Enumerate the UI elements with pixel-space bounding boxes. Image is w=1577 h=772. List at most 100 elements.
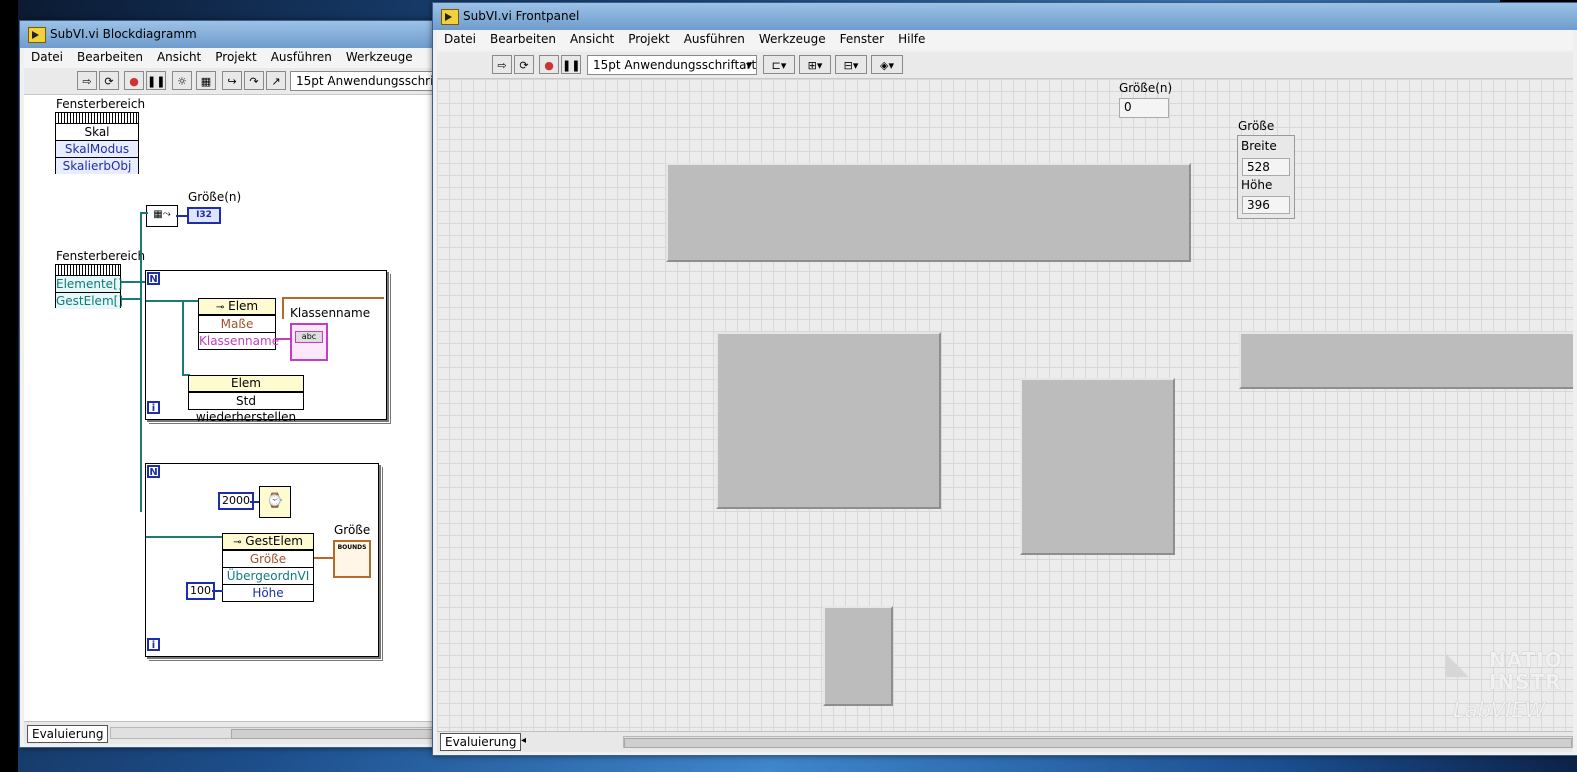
bd-status-evaluierung: Evaluierung	[27, 725, 109, 743]
elem-invoke-node-2[interactable]: Elem Std wiederherstellen	[188, 375, 304, 424]
loop2-count-terminal[interactable]: N	[147, 465, 160, 478]
for-loop-2[interactable]: N i 2000 ⌚ ⊸ GestElem Größe ÜbergeordnVI…	[145, 463, 379, 657]
elem1-title: Elem	[228, 299, 259, 313]
hoehe-value[interactable]: 396	[1242, 196, 1290, 214]
ni-labview-watermark: ◣ NATIO INSTR LabVIEW	[1445, 644, 1573, 729]
distribute-objects-icon[interactable]: ⊞▾	[799, 55, 831, 74]
fp-scroll-thumb[interactable]	[624, 738, 1572, 748]
abort-icon[interactable]: ●	[124, 71, 144, 90]
decoration-rect-left[interactable]	[716, 332, 941, 509]
prop-elemente: Elemente[]	[56, 275, 123, 292]
loop1-iteration-terminal[interactable]: i	[147, 401, 160, 414]
bd-menu-projekt[interactable]: Projekt	[208, 48, 263, 64]
i32-indicator[interactable]: I32	[187, 207, 221, 224]
klassenname-label: Klassenname	[290, 306, 371, 320]
wire-100	[212, 590, 223, 592]
bd-menu-werkzeuge[interactable]: Werkzeuge	[339, 48, 420, 64]
bounds-cluster-indicator[interactable]: BOUNDS	[333, 540, 371, 578]
pane-ref-icon	[56, 113, 138, 123]
elem-property-node-1[interactable]: ⊸ Elem Maße Klassenname	[198, 298, 279, 350]
breite-value[interactable]: 528	[1242, 158, 1290, 176]
pause-icon[interactable]: ❚❚	[146, 71, 166, 90]
align-objects-icon[interactable]: ⊏▾	[763, 55, 795, 74]
front-panel-menubar: Datei Bearbeiten Ansicht Projekt Ausführen We…	[437, 30, 1573, 50]
fp-menu-ausfuehren[interactable]: Ausführen	[677, 30, 752, 46]
watermark-instruments: INSTR	[1489, 670, 1562, 694]
fp-menu-werkzeuge[interactable]: Werkzeuge	[752, 30, 833, 46]
bd-menu-ansicht[interactable]: Ansicht	[150, 48, 208, 64]
decoration-rect-middle[interactable]	[1020, 378, 1175, 555]
fp-pause-icon[interactable]: ❚❚	[561, 55, 581, 74]
front-panel-titlebar[interactable]: SubVI.vi Frontpanel	[433, 3, 1577, 30]
left-black-strip	[0, 0, 18, 772]
fp-run-continuously-icon[interactable]: ⟳	[514, 55, 534, 74]
fp-menu-fenster[interactable]: Fenster	[833, 30, 892, 46]
run-arrow-icon[interactable]: ⇨	[77, 71, 97, 90]
bd-horizontal-scrollbar[interactable]	[110, 727, 444, 739]
fp-horizontal-scrollbar[interactable]	[623, 736, 1573, 748]
fp-menu-datei[interactable]: Datei	[437, 30, 483, 46]
bd-menu-bearbeiten[interactable]: Bearbeiten	[70, 48, 150, 64]
decoration-rect-right[interactable]	[1239, 332, 1573, 389]
resize-objects-icon[interactable]: ⊟▾	[835, 55, 867, 74]
highlight-execution-bulb-icon[interactable]: ☼	[172, 71, 192, 90]
bd-font-select[interactable]: 15pt Anwendungsschriftart	[290, 71, 450, 91]
fensterbereich-label-1: Fensterbereich	[56, 97, 146, 111]
string-array-indicator[interactable]: abc	[290, 323, 328, 361]
fp-menu-bearbeiten[interactable]: Bearbeiten	[483, 30, 563, 46]
groesse-n-label-bd: Größe(n)	[188, 190, 242, 204]
block-diagram-menubar: Datei Bearbeiten Ansicht Projekt Ausführen We…	[24, 48, 446, 80]
fp-font-select[interactable]: 15pt Anwendungsschriftart ▾	[587, 55, 757, 75]
run-continuously-icon[interactable]: ⟳	[99, 71, 119, 90]
step-into-icon[interactable]: ↪	[222, 71, 242, 90]
decoration-rect-top[interactable]	[666, 163, 1191, 262]
labview-vi-icon	[28, 27, 46, 43]
watermark-labview: LabVIEW	[1453, 698, 1546, 722]
method-std-wiederherstellen: Std wiederherstellen	[189, 392, 303, 424]
fensterbereich-property-node-2[interactable]: Elemente[] GestElem[]	[55, 264, 123, 309]
bd-statusbar: Evaluierung	[24, 721, 446, 744]
fp-run-arrow-icon[interactable]: ⇨	[492, 55, 512, 74]
retain-wire-values-icon[interactable]: ▦	[196, 71, 216, 90]
groesse-cluster-indicator[interactable]: Breite 528 Höhe 396	[1237, 135, 1295, 219]
fp-scroll-left-arrow-icon[interactable]: ◂	[521, 735, 526, 746]
block-diagram-title: SubVI.vi Blockdiagramm	[50, 27, 197, 41]
const-100[interactable]: 100	[186, 582, 215, 600]
loop1-count-terminal[interactable]: N	[147, 272, 160, 285]
wire-gestelem	[121, 298, 141, 300]
reorder-icon[interactable]: ◈▾	[871, 55, 903, 74]
fp-menu-ansicht[interactable]: Ansicht	[563, 30, 621, 46]
fensterbereich-property-node-1[interactable]: Skal ermitteln SkalModus SkalierbObj	[55, 112, 139, 174]
const-2000[interactable]: 2000	[218, 492, 254, 510]
block-diagram-canvas[interactable]: Fensterbereich Skal ermitteln SkalModus …	[24, 95, 446, 721]
wait-ms-clock-icon[interactable]: ⌚	[259, 486, 291, 518]
decoration-rect-small[interactable]	[823, 606, 893, 706]
breite-label: Breite	[1241, 139, 1277, 153]
loop2-iteration-terminal[interactable]: i	[147, 638, 160, 651]
step-out-icon[interactable]: ↗	[266, 71, 286, 90]
fp-menu-projekt[interactable]: Projekt	[621, 30, 676, 46]
fp-font-dropdown-icon: ▾	[745, 58, 752, 72]
groesse-n-label-fp: Größe(n)	[1119, 81, 1173, 95]
gestelem-property-node[interactable]: ⊸ GestElem Größe ÜbergeordnVI Höhe	[222, 533, 314, 602]
front-panel-title: SubVI.vi Frontpanel	[463, 9, 580, 23]
prop-gestelem: GestElem[]	[56, 292, 123, 309]
bd-menu-datei[interactable]: Datei	[24, 48, 70, 64]
abc-string-icon: abc	[295, 331, 323, 343]
key-icon: ⊸	[215, 302, 225, 313]
for-loop-1[interactable]: N i ⊸ Elem Maße Klassenname Klassenname …	[145, 270, 387, 424]
loop1-wire-branch	[182, 300, 184, 376]
groesse-cluster-label: Größe	[1238, 119, 1275, 133]
groesse-n-indicator[interactable]: 0	[1119, 98, 1169, 118]
labview-vi-icon-fp	[441, 9, 459, 25]
front-panel-canvas[interactable]: Größe(n) 0 Größe Breite 528 Höhe 396 ◣ N…	[437, 79, 1573, 731]
array-size-function-icon[interactable]: ▦⤳	[146, 205, 178, 227]
block-diagram-titlebar[interactable]: SubVI.vi Blockdiagramm	[20, 21, 450, 48]
fp-menu-hilfe[interactable]: Hilfe	[891, 30, 932, 46]
bd-scroll-thumb[interactable]	[231, 729, 433, 739]
elem2-head: Elem	[188, 375, 304, 392]
fp-abort-icon[interactable]: ●	[539, 55, 559, 74]
bd-menu-ausfuehren[interactable]: Ausführen	[264, 48, 339, 64]
elem2-title: Elem	[231, 376, 261, 390]
step-over-icon[interactable]: ↷	[244, 71, 264, 90]
